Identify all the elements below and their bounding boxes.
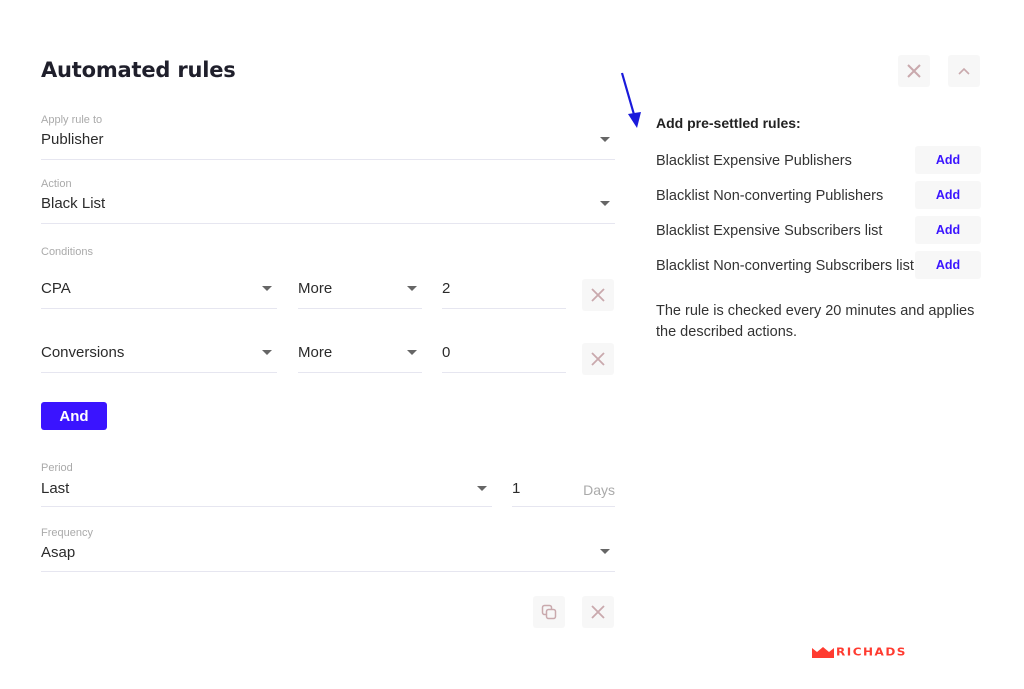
close-icon [591,605,605,619]
caret-down-icon [477,486,487,491]
add-preset-button[interactable]: Add [915,216,981,244]
collapse-button[interactable] [948,55,980,87]
frequency-value: Asap [41,544,76,561]
add-preset-button[interactable]: Add [915,146,981,174]
divider [41,372,277,373]
remove-condition-button[interactable] [582,279,614,311]
period-unit: Days [583,482,615,498]
caret-down-icon [262,286,272,291]
annotation-arrow-icon [620,72,641,128]
caret-down-icon [600,137,610,142]
close-icon [591,352,605,366]
condition-metric-select[interactable]: CPA [41,278,277,309]
delete-rule-button[interactable] [582,596,614,628]
copy-icon [541,604,557,620]
apply-rule-to-value: Publisher [41,131,104,148]
divider [41,223,615,224]
condition-operator-select[interactable]: More [298,342,422,373]
caret-down-icon [262,350,272,355]
caret-down-icon [600,549,610,554]
add-preset-button[interactable]: Add [915,181,981,209]
preset-label: Blacklist Expensive Publishers [656,153,852,169]
apply-rule-to-label: Apply rule to [41,114,103,126]
caret-down-icon [407,286,417,291]
divider [41,308,277,309]
crown-icon [812,646,834,658]
condition-value: 0 [442,344,451,361]
caret-down-icon [407,350,417,355]
frequency-label: Frequency [41,527,93,539]
period-value: Last [41,480,70,497]
conditions-label: Conditions [41,246,93,258]
divider [442,308,566,309]
close-icon [591,288,605,302]
divider [512,506,615,507]
condition-operator-select[interactable]: More [298,278,422,309]
preset-label: Blacklist Non-converting Subscribers lis… [656,258,914,274]
caret-down-icon [600,201,610,206]
richads-logo: RICHADS [812,645,907,659]
condition-metric-value: CPA [41,280,71,297]
logo-text: RICHADS [836,646,907,658]
frequency-select[interactable]: Frequency Asap [41,525,615,573]
period-label: Period [41,462,73,474]
divider [298,372,422,373]
condition-value-input[interactable]: 2 [442,278,566,309]
condition-operator-value: More [298,280,333,297]
condition-metric-value: Conversions [41,344,125,361]
action-value: Black List [41,195,106,212]
preset-label: Blacklist Expensive Subscribers list [656,223,883,239]
add-and-condition-button[interactable]: And [41,402,107,430]
condition-operator-value: More [298,344,333,361]
rule-check-note: The rule is checked every 20 minutes and… [656,303,975,340]
duplicate-rule-button[interactable] [533,596,565,628]
condition-value: 2 [442,280,451,297]
chevron-up-icon [958,67,970,75]
divider [41,506,492,507]
page-title: Automated rules [41,58,236,82]
action-label: Action [41,178,72,190]
divider [442,372,566,373]
preset-label: Blacklist Non-converting Publishers [656,188,884,204]
apply-rule-to-select[interactable]: Apply rule to Publisher [41,112,615,160]
presets-title: Add pre-settled rules: [656,115,801,131]
period-select[interactable]: Last [41,478,492,507]
period-amount-input[interactable]: 1 Days [512,478,615,507]
remove-condition-button[interactable] [582,343,614,375]
divider [298,308,422,309]
period-amount: 1 [512,480,521,497]
divider [41,571,615,572]
close-button[interactable] [898,55,930,87]
action-select[interactable]: Action Black List [41,176,615,224]
condition-value-input[interactable]: 0 [442,342,566,373]
divider [41,159,615,160]
close-icon [907,64,921,78]
condition-metric-select[interactable]: Conversions [41,342,277,373]
add-preset-button[interactable]: Add [915,251,981,279]
